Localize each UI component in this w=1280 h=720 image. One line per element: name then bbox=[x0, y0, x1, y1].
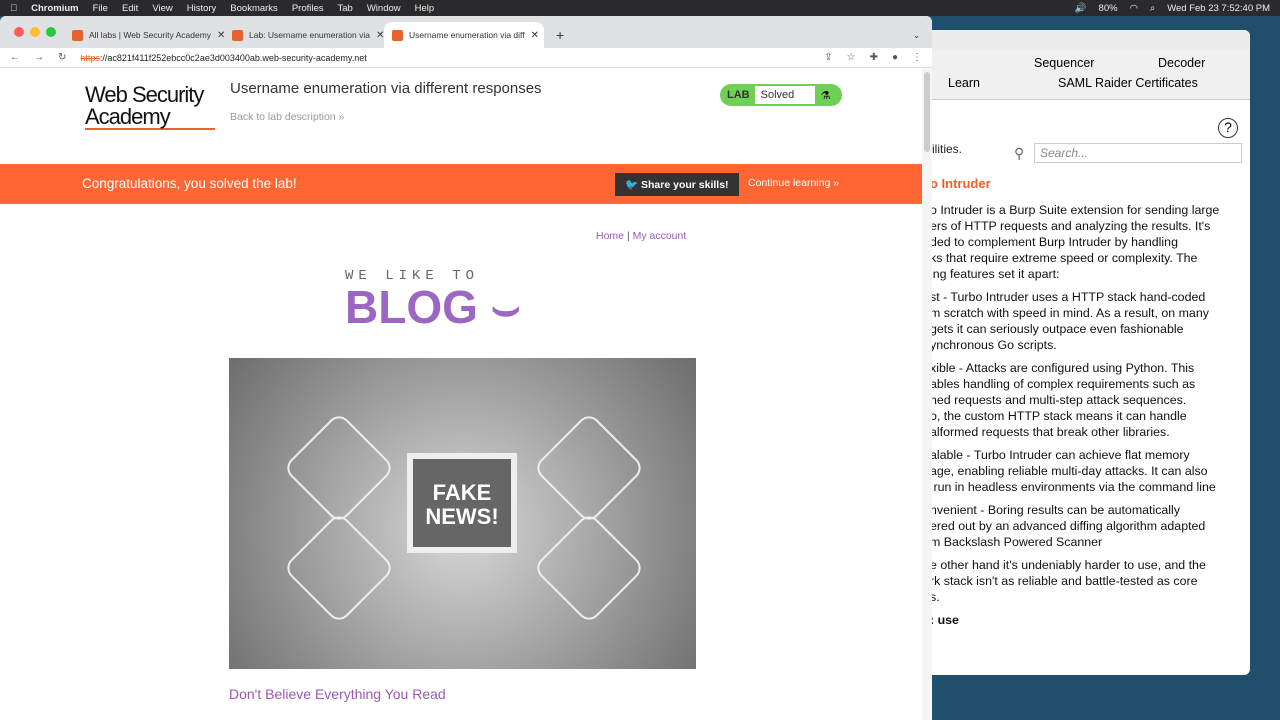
doc-paragraph: o Intruder is a Burp Suite extension for… bbox=[930, 203, 1220, 281]
macos-menubar:  Chromium File Edit View History Bookma… bbox=[0, 0, 1280, 16]
share-skills-button[interactable]: 🐦 Share your skills! bbox=[615, 173, 739, 196]
menu-view[interactable]: View bbox=[152, 3, 172, 14]
nav-separator: | bbox=[626, 230, 630, 242]
menu-help[interactable]: Help bbox=[415, 3, 435, 14]
share-icon[interactable]: ⇪ bbox=[824, 52, 832, 63]
search-input[interactable]: Search... bbox=[1034, 143, 1242, 163]
menu-edit[interactable]: Edit bbox=[122, 3, 138, 14]
menu-history[interactable]: History bbox=[187, 3, 217, 14]
search-icon[interactable]: ⌕ bbox=[1150, 3, 1155, 14]
menu-icon[interactable]: ⋮ bbox=[912, 52, 922, 63]
blog-post-image[interactable]: FAKE NEWS! bbox=[229, 358, 696, 669]
blog-logo: WE LIKE TO BLOG ⌣ bbox=[345, 268, 521, 333]
menu-profiles[interactable]: Profiles bbox=[292, 3, 324, 14]
tab-label: Username enumeration via diff bbox=[409, 30, 525, 40]
congratulations-message: Congratulations, you solved the lab! bbox=[82, 176, 297, 191]
solved-banner: Congratulations, you solved the lab! 🐦 S… bbox=[0, 164, 922, 204]
address-bar[interactable]: https://ac821f411f252ebcc0c2ae3d003400ab… bbox=[80, 53, 810, 63]
forward-icon[interactable]: → bbox=[34, 52, 44, 63]
reload-icon[interactable]: ↻ bbox=[58, 52, 66, 63]
menu-window[interactable]: Window bbox=[367, 3, 401, 14]
tab-username-enumeration[interactable]: Username enumeration via diff ✕ bbox=[384, 22, 544, 48]
menu-tab[interactable]: Tab bbox=[338, 3, 353, 14]
magnifier-icon: ⚲ bbox=[1014, 145, 1025, 161]
doc-paragraph: xible - Attacks are configured using Pyt… bbox=[930, 361, 1196, 439]
profile-icon[interactable]: ● bbox=[892, 52, 898, 63]
browser-window: All labs | Web Security Academy ✕ Lab: Us… bbox=[0, 16, 932, 720]
doc-heading: o Intruder bbox=[930, 176, 991, 191]
flask-icon: ⚗ bbox=[820, 89, 831, 102]
doc-paragraph: st - Turbo Intruder uses a HTTP stack ha… bbox=[930, 290, 1209, 352]
lab-status-badge: LAB Solved ⚗ bbox=[720, 84, 842, 106]
tab-decoder[interactable]: Decoder bbox=[1158, 56, 1205, 70]
tab-search-icon[interactable]: ⌄ bbox=[905, 22, 928, 48]
face-icon: ⌣ bbox=[490, 281, 521, 333]
extension-docs: o Intruder o Intruder is a Burp Suite ex… bbox=[930, 176, 1240, 635]
web-security-academy-logo[interactable]: Web Security Academy bbox=[85, 84, 215, 130]
extensions-icon[interactable]: ✚ bbox=[870, 52, 878, 63]
favicon-icon bbox=[392, 29, 403, 41]
tab-saml-raider[interactable]: SAML Raider Certificates bbox=[1058, 76, 1198, 90]
close-tab-icon[interactable]: ✕ bbox=[376, 30, 384, 41]
apple-icon[interactable]:  bbox=[10, 3, 17, 14]
page-scrollbar[interactable] bbox=[922, 68, 932, 720]
tab-label: All labs | Web Security Academy bbox=[89, 30, 212, 40]
home-link[interactable]: Home bbox=[596, 230, 624, 242]
tab-learn[interactable]: Learn bbox=[948, 76, 980, 90]
menu-file[interactable]: File bbox=[93, 3, 108, 14]
description-fragment: ilities. bbox=[932, 142, 963, 156]
back-to-lab-description-link[interactable]: Back to lab description » bbox=[230, 111, 344, 123]
zoom-window-button[interactable] bbox=[46, 27, 56, 37]
continue-learning-link[interactable]: Continue learning » bbox=[748, 177, 839, 189]
tab-label: Lab: Username enumeration via bbox=[249, 30, 370, 40]
lab-page: Web Security Academy Username enumeratio… bbox=[0, 68, 922, 720]
favicon-icon bbox=[72, 29, 83, 41]
doc-subheading: : use bbox=[930, 613, 959, 627]
help-icon[interactable]: ? bbox=[1218, 118, 1238, 138]
bookmark-star-icon[interactable]: ☆ bbox=[847, 52, 856, 63]
clock[interactable]: Wed Feb 23 7:52:40 PM bbox=[1167, 3, 1270, 14]
burp-window: Sequencer Decoder Learn SAML Raider Cert… bbox=[900, 30, 1250, 675]
minimize-window-button[interactable] bbox=[30, 27, 40, 37]
tab-sequencer[interactable]: Sequencer bbox=[1034, 56, 1094, 70]
favicon-icon bbox=[232, 29, 243, 41]
wifi-icon[interactable]: ◠ bbox=[1130, 3, 1138, 14]
tab-all-labs[interactable]: All labs | Web Security Academy ✕ bbox=[64, 22, 224, 48]
doc-paragraph: alable - Turbo Intruder can achieve flat… bbox=[930, 448, 1216, 494]
doc-paragraph: e other hand it's undeniably harder to u… bbox=[930, 558, 1206, 604]
close-tab-icon[interactable]: ✕ bbox=[217, 30, 224, 41]
doc-paragraph: nvenient - Boring results can be automat… bbox=[930, 503, 1206, 549]
close-window-button[interactable] bbox=[14, 27, 24, 37]
tab-lab[interactable]: Lab: Username enumeration via ✕ bbox=[224, 22, 384, 48]
new-tab-button[interactable]: + bbox=[548, 22, 572, 48]
close-tab-icon[interactable]: ✕ bbox=[531, 30, 539, 41]
menu-bookmarks[interactable]: Bookmarks bbox=[230, 3, 278, 14]
twitter-icon: 🐦 bbox=[625, 179, 641, 191]
battery-percent[interactable]: 80% bbox=[1099, 3, 1118, 14]
back-icon[interactable]: ← bbox=[10, 52, 20, 63]
menu-app[interactable]: Chromium bbox=[31, 3, 79, 14]
blog-post-title[interactable]: Don't Believe Everything You Read bbox=[229, 686, 446, 702]
my-account-link[interactable]: My account bbox=[633, 230, 687, 242]
volume-icon[interactable]: 🔊 bbox=[1075, 3, 1087, 14]
lab-title: Username enumeration via different respo… bbox=[230, 80, 542, 97]
